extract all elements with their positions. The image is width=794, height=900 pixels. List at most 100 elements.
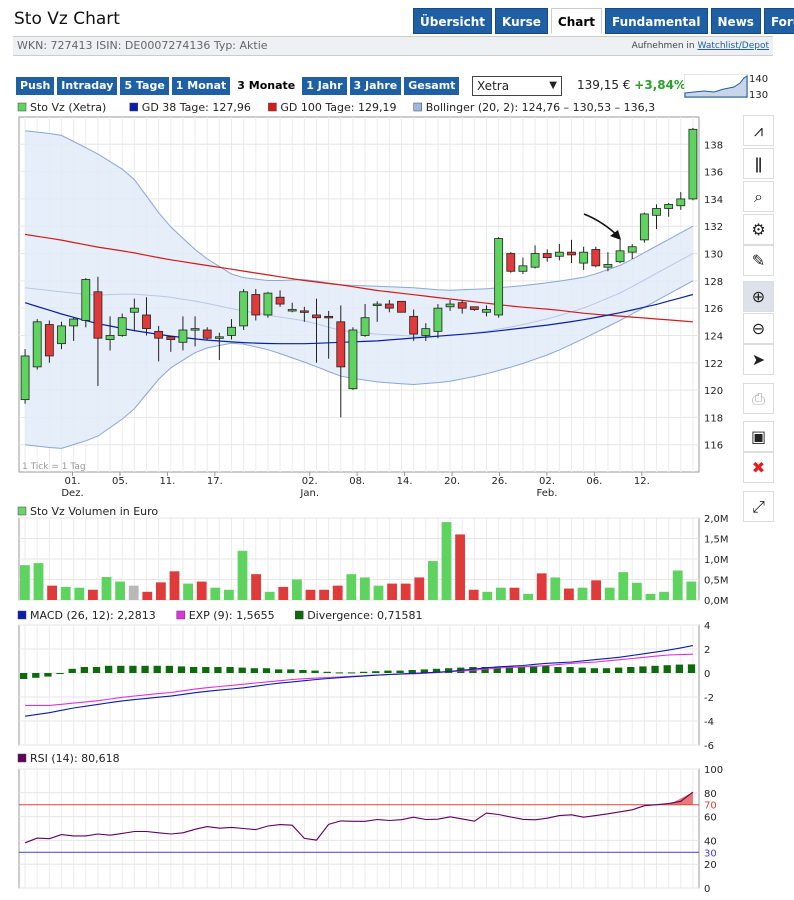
volume-bar — [224, 589, 234, 600]
range-3-jahre[interactable]: 3 Jahre — [349, 77, 402, 95]
divergence-bar — [396, 670, 404, 673]
tab-fundamental[interactable]: Fundamental — [605, 8, 708, 34]
divergence-bar — [651, 665, 659, 673]
candle-body — [239, 291, 249, 327]
volume-y-tick: 0,0M — [704, 596, 729, 607]
tab-kurse[interactable]: Kurse — [495, 8, 548, 34]
x-tick-label: 02. — [539, 476, 555, 487]
line-chart-icon[interactable]: ⩘ — [743, 115, 774, 146]
candle-body — [105, 335, 115, 340]
price-legend-swatch — [129, 102, 139, 112]
candle-body — [554, 251, 564, 257]
range-1-jahr[interactable]: 1 Jahr — [302, 77, 347, 95]
fullscreen-icon[interactable]: ⤢ — [743, 491, 774, 522]
price-y-tick: 122 — [704, 359, 723, 370]
divergence-bar — [238, 667, 246, 673]
rsi-y-tick: 60 — [704, 813, 717, 824]
candle-body — [154, 330, 164, 339]
volume-bar — [387, 583, 397, 600]
volume-bar — [20, 565, 30, 600]
pointer-icon[interactable]: ➤ — [743, 344, 774, 375]
indicator-icon[interactable]: ⌕ — [743, 181, 774, 212]
volume-bar — [455, 534, 465, 600]
candle-body — [275, 296, 285, 305]
settings-gear-icon[interactable]: ⚙ — [743, 214, 774, 245]
candle-body — [178, 329, 188, 343]
price-legend-swatch — [268, 102, 277, 112]
candle-body — [117, 317, 127, 336]
volume-bar — [496, 587, 506, 600]
macd-y-tick: 2 — [704, 645, 710, 656]
volume-bar — [564, 588, 574, 600]
x-tick-label: 11. — [159, 476, 175, 487]
divergence-bar — [214, 667, 222, 673]
exchange-value: Xetra — [477, 79, 510, 93]
divergence-bar — [68, 668, 76, 673]
candle-body — [190, 328, 200, 331]
candle-body — [457, 302, 467, 309]
candle-body — [227, 326, 236, 336]
candle-body — [336, 321, 346, 368]
time-range-selector: Push Intraday 5 Tage 1 Monat 3 Monate 1 Jahr 3… — [16, 77, 460, 95]
divergence-bar — [275, 669, 283, 673]
candle-body — [530, 253, 540, 268]
range-5-tage[interactable]: 5 Tage — [120, 77, 169, 95]
candle-body — [312, 314, 321, 319]
draw-line-icon[interactable]: ✎ — [743, 245, 774, 276]
ohlc-chart-icon[interactable]: ǁ — [743, 148, 774, 179]
volume-bar — [264, 591, 275, 600]
divergence-bar — [615, 667, 623, 673]
volume-bar — [237, 550, 248, 600]
candle-body — [482, 309, 491, 313]
divergence-bar — [56, 673, 64, 674]
price-y-tick: 118 — [704, 413, 723, 424]
divergence-bar — [554, 667, 562, 673]
macd-y-tick: -2 — [704, 693, 714, 704]
divergence-bar — [566, 667, 574, 673]
divergence-bar — [92, 667, 101, 673]
main-nav: ÜbersichtKurseChartFundamentalNewsForum — [413, 8, 794, 34]
stock-chart[interactable]: Sto Vz (Xetra) GD 38 Tage: 127,96 GD 100 T… — [0, 98, 740, 898]
divergence-bar — [105, 665, 113, 673]
divergence-bar — [408, 670, 416, 673]
divergence-bar — [20, 673, 28, 679]
range-3-monate[interactable]: 3 Monate — [233, 77, 300, 95]
volume-legend-swatch — [17, 506, 27, 516]
candle-body — [615, 250, 625, 263]
mini-chart[interactable] — [684, 74, 748, 98]
volume-bar — [536, 573, 547, 600]
print-icon[interactable]: ⎙ — [743, 383, 774, 414]
macd-panel — [18, 624, 700, 746]
tab-forum[interactable]: Forum — [763, 8, 794, 34]
macd-y-tick: -6 — [704, 741, 714, 752]
volume-bar — [319, 589, 329, 600]
divergence-bar — [262, 668, 271, 673]
rsi-y-tick: 0 — [704, 884, 710, 895]
tab-chart[interactable]: Chart — [550, 8, 602, 34]
exchange-select[interactable]: Xetra ▼ — [472, 76, 562, 96]
tab-news[interactable]: News — [710, 8, 761, 34]
candle-body — [506, 253, 516, 272]
range-intraday[interactable]: Intraday — [57, 77, 118, 95]
candle-body — [627, 246, 637, 253]
candle-body — [214, 336, 224, 339]
range-1-monat[interactable]: 1 Monat — [171, 77, 231, 95]
divergence-bar — [578, 667, 586, 673]
rsi-y-tick: 30 — [704, 848, 717, 859]
zoom-out-icon[interactable]: ⊖ — [743, 313, 774, 344]
save-icon[interactable]: ▣ — [743, 421, 774, 452]
price-legend-label: GD 38 Tage: 127,96 — [142, 101, 251, 114]
range-push[interactable]: Push — [16, 77, 55, 95]
x-tick-label: 05. — [112, 476, 128, 487]
x-tick-label: 02. — [302, 476, 318, 487]
candle-body — [384, 303, 394, 309]
delete-icon[interactable]: ✖ — [743, 452, 774, 483]
zoom-in-icon[interactable]: ⊕ — [743, 281, 774, 312]
watchlist-link[interactable]: Watchlist/Depot — [698, 41, 770, 51]
range-gesamt[interactable]: Gesamt — [404, 77, 460, 95]
tab-übersicht[interactable]: Übersicht — [413, 8, 493, 34]
candle-body — [287, 309, 297, 312]
watchlist-prefix: Aufnehmen in — [631, 41, 695, 51]
candle-body — [676, 198, 686, 207]
x-tick-month-label: Feb. — [536, 488, 557, 499]
